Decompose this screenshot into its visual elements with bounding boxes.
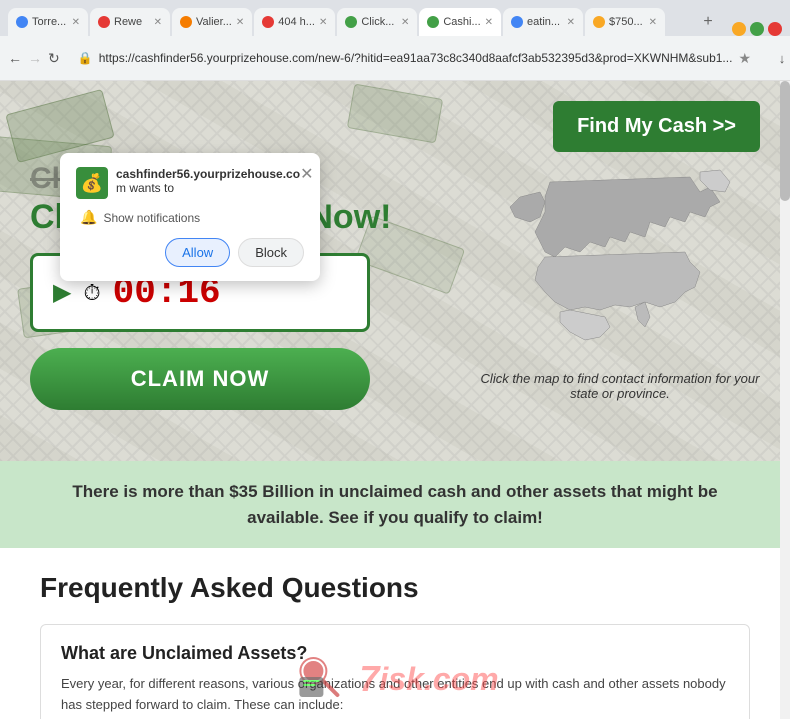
browser-tab-tab5[interactable]: Click... ✕ [337, 8, 417, 36]
notif-site-text: cashfinder56.yourprizehouse.co m wants t… [116, 167, 300, 195]
browser-tab-tab4[interactable]: 404 h... ✕ [254, 8, 335, 36]
download-button[interactable]: ↓ [769, 45, 790, 71]
watermark-domain: isk.com [379, 661, 498, 698]
north-america-map[interactable] [490, 162, 750, 362]
browser-tab-tab1[interactable]: Torre... ✕ [8, 8, 88, 36]
browser-tab-tab2[interactable]: Rewe ✕ [90, 8, 170, 36]
clock-icon: ⏱ [83, 280, 100, 306]
back-button[interactable]: ← [8, 45, 22, 71]
lock-icon: 🔒 [78, 51, 93, 65]
find-my-cash-button[interactable]: Find My Cash >> [553, 101, 760, 152]
close-window-button[interactable] [768, 22, 782, 36]
header-row: Find My Cash >> [30, 101, 760, 152]
browser-tab-tab3[interactable]: Valier... ✕ [172, 8, 252, 36]
browser-tab-tab6[interactable]: Cashi... ✕ [419, 8, 501, 36]
new-tab-button[interactable]: + [694, 8, 722, 36]
address-bar[interactable]: 🔒 https://cashfinder56.yourprizehouse.co… [66, 43, 763, 73]
allow-button[interactable]: Allow [165, 238, 230, 267]
info-band: There is more than $35 Billion in unclai… [0, 461, 790, 548]
browser-actions: ↓ 👤 ⋮ [769, 45, 790, 71]
notif-close-button[interactable]: ✕ [300, 167, 313, 183]
reload-button[interactable]: ↻ [48, 45, 60, 71]
minimize-button[interactable] [732, 22, 746, 36]
claim-now-button[interactable]: CLAIM NOW [30, 348, 370, 410]
notif-permission-text: Show notifications [103, 211, 200, 225]
map-caption: Click the map to find contact informatio… [480, 371, 760, 401]
notif-site-name: cashfinder56.yourprizehouse.co [116, 167, 300, 181]
maximize-button[interactable] [750, 22, 764, 36]
tab-bar: Torre... ✕ Rewe ✕ Valier... ✕ 404 h... ✕… [0, 0, 790, 36]
url-text: https://cashfinder56.yourprizehouse.com/… [99, 51, 733, 65]
nav-bar: ← → ↻ 🔒 https://cashfinder56.yourprizeho… [0, 36, 790, 80]
info-band-text: There is more than $35 Billion in unclai… [72, 482, 717, 527]
bell-icon: 🔔 [80, 209, 97, 226]
forward-button[interactable]: → [28, 45, 42, 71]
browser-tab-tab8[interactable]: $750... ✕ [585, 8, 665, 36]
browser-chrome: Torre... ✕ Rewe ✕ Valier... ✕ 404 h... ✕… [0, 0, 790, 81]
notif-permission-row: 🔔 Show notifications [76, 209, 304, 226]
bookmark-icon[interactable]: ★ [738, 50, 751, 67]
notif-site-info: 💰 cashfinder56.yourprizehouse.co m wants… [76, 167, 300, 199]
hero-right: Click the map to find contact informatio… [480, 162, 760, 410]
notification-popup: 💰 cashfinder56.yourprizehouse.co m wants… [60, 153, 320, 281]
watermark: 7 isk.com [291, 649, 498, 709]
faq-title: Frequently Asked Questions [40, 572, 750, 604]
watermark-icon [291, 649, 351, 709]
page-content: 💰 cashfinder56.yourprizehouse.co m wants… [0, 81, 790, 719]
notif-buttons: Allow Block [76, 238, 304, 267]
play-icon: ▶ [53, 278, 71, 307]
notif-header: 💰 cashfinder56.yourprizehouse.co m wants… [76, 167, 304, 199]
watermark-text: 7 isk.com [359, 658, 498, 700]
map-container[interactable]: Click the map to find contact informatio… [480, 162, 760, 401]
notif-wants-to: m wants to [116, 181, 174, 195]
scrollbar-track[interactable] [780, 81, 790, 719]
block-button[interactable]: Block [238, 238, 304, 267]
notif-site-icon: 💰 [76, 167, 108, 199]
scrollbar-thumb[interactable] [780, 81, 790, 201]
browser-tab-tab7[interactable]: eatin... ✕ [503, 8, 583, 36]
